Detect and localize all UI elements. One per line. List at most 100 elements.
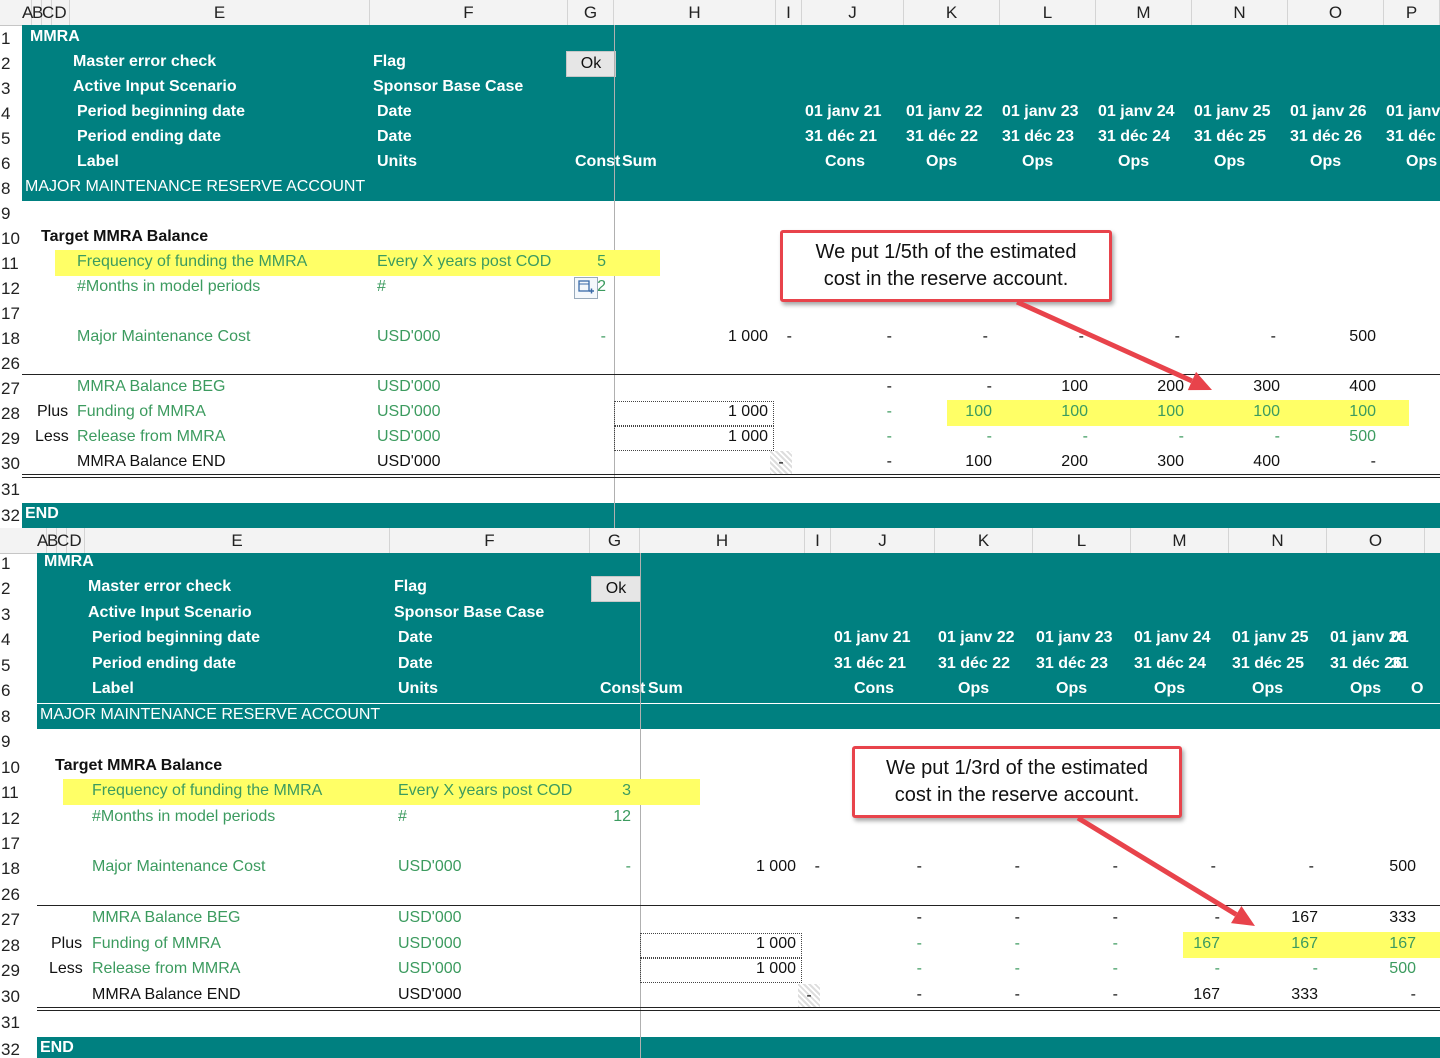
end-sum-cell[interactable]: -	[770, 451, 792, 475]
column-header-G[interactable]: G	[590, 528, 640, 553]
callout-line-1: We put 1/3rd of the estimated	[885, 757, 1148, 779]
date-label-end: Date	[398, 655, 433, 672]
months-unit: #	[398, 808, 407, 825]
column-header-N[interactable]: N	[1229, 528, 1327, 553]
row-number[interactable]: 12	[0, 808, 36, 830]
column-header-H[interactable]: H	[640, 528, 805, 553]
column-header-F[interactable]: F	[370, 0, 568, 25]
release-unit: USD'000	[398, 960, 462, 977]
paste-options-icon[interactable]	[574, 277, 598, 299]
column-header-D[interactable]: D	[67, 528, 85, 553]
column-header-J[interactable]: J	[831, 528, 935, 553]
column-header-C[interactable]: C	[57, 528, 69, 553]
column-header-E[interactable]: E	[70, 0, 370, 25]
row-number[interactable]: 28	[0, 935, 36, 957]
column-header-L[interactable]: L	[1000, 0, 1096, 25]
row-number[interactable]: 18	[0, 328, 36, 350]
row-number[interactable]: 32	[0, 1039, 36, 1058]
row-number[interactable]: 27	[0, 909, 36, 931]
end-balance-unit: USD'000	[398, 986, 462, 1003]
column-header-A[interactable]: A	[22, 0, 33, 25]
end-balance-label: MMRA Balance END	[77, 453, 226, 470]
row-number[interactable]: 1	[0, 553, 36, 575]
months-label: #Months in model periods	[77, 278, 261, 295]
column-header-K[interactable]: K	[935, 528, 1033, 553]
period-begin-date: 01 janv	[1386, 103, 1440, 120]
column-header-M[interactable]: M	[1096, 0, 1192, 25]
row-number[interactable]: 17	[0, 833, 36, 855]
row-number[interactable]: 30	[0, 986, 36, 1008]
row-number[interactable]: 12	[0, 278, 36, 300]
row-number[interactable]: 27	[0, 378, 36, 400]
column-header-C[interactable]: C	[42, 0, 54, 25]
row-number[interactable]: 11	[0, 782, 36, 804]
cost-value: 500	[1349, 328, 1376, 345]
ok-button[interactable]: Ok	[566, 51, 616, 77]
row-number[interactable]: 26	[0, 884, 36, 906]
column-header-I[interactable]: I	[805, 528, 831, 553]
row-number[interactable]: 30	[0, 453, 36, 475]
period-phase: Cons	[854, 680, 894, 697]
row-number[interactable]: 10	[0, 228, 36, 250]
column-header-B[interactable]: B	[47, 528, 58, 553]
column-header-I[interactable]: I	[776, 0, 802, 25]
column-header-A[interactable]: A	[37, 528, 48, 553]
release-value: -	[1214, 960, 1220, 977]
period-phase: Ops	[1154, 680, 1186, 697]
row-number[interactable]: 10	[0, 757, 36, 779]
column-header-D[interactable]: D	[52, 0, 70, 25]
funding-unit: USD'000	[377, 403, 441, 420]
row-number[interactable]: 2	[0, 578, 36, 600]
row-number[interactable]: 28	[0, 403, 36, 425]
scenario-value: Sponsor Base Case	[394, 604, 545, 621]
end-value: 200	[1061, 453, 1088, 470]
row-number[interactable]: 29	[0, 960, 36, 982]
column-header-B[interactable]: B	[32, 0, 43, 25]
period-begin-date: 01 janv 21	[834, 629, 911, 646]
column-header-O[interactable]: O	[1327, 528, 1425, 553]
release-value: -	[916, 960, 922, 977]
end-value: 100	[965, 453, 992, 470]
row-number[interactable]: 29	[0, 428, 36, 450]
spreadsheet-panel-top: A B C D E F G H I J K L M N O P 1 2 3 4 5 6 8 9 10 11 12 17 18 26 27 28…	[0, 0, 1440, 528]
column-header-J[interactable]: J	[802, 0, 904, 25]
row-number[interactable]: 11	[0, 253, 36, 275]
column-header-H[interactable]: H	[614, 0, 776, 25]
row-number[interactable]: 9	[0, 203, 36, 225]
period-begin-date: 01 janv 24	[1098, 103, 1175, 120]
row-number[interactable]: 26	[0, 353, 36, 375]
column-header-O[interactable]: O	[1288, 0, 1384, 25]
row-number[interactable]: 5	[0, 655, 36, 677]
master-error-check-label: Master error check	[88, 578, 232, 595]
end-value: -	[1410, 986, 1416, 1003]
frequency-label: Frequency of funding the MMRA	[77, 253, 308, 270]
period-begin-date: 01 janv 25	[1232, 629, 1309, 646]
column-header-M[interactable]: M	[1131, 528, 1229, 553]
cost-value: -	[916, 858, 922, 875]
row-number[interactable]: 4	[0, 629, 36, 651]
column-header-F[interactable]: F	[390, 528, 590, 553]
column-header-K[interactable]: K	[904, 0, 1000, 25]
row-number[interactable]: 3	[0, 604, 36, 626]
row-number[interactable]: 8	[0, 706, 36, 728]
row-number[interactable]: 17	[0, 303, 36, 325]
column-header-G[interactable]: G	[568, 0, 614, 25]
row-number[interactable]: 18	[0, 858, 36, 880]
column-header-P[interactable]: P	[1384, 0, 1440, 25]
row-number[interactable]: 6	[0, 680, 36, 702]
end-sum-cell[interactable]: -	[798, 984, 820, 1008]
ok-button[interactable]: Ok	[591, 576, 641, 602]
beg-value: -	[986, 378, 992, 395]
row-number[interactable]: 9	[0, 731, 36, 753]
column-header-N[interactable]: N	[1192, 0, 1288, 25]
row-number[interactable]: 31	[0, 1012, 36, 1034]
column-header-E[interactable]: E	[85, 528, 390, 553]
end-value: 300	[1157, 453, 1184, 470]
beg-value: 200	[1157, 378, 1184, 395]
cost-value: -	[1308, 858, 1314, 875]
date-label-begin: Date	[377, 103, 412, 120]
release-label: Release from MMRA	[92, 960, 241, 977]
row-number[interactable]: 31	[0, 479, 36, 501]
period-begin-date: 01 janv 22	[906, 103, 983, 120]
column-header-L[interactable]: L	[1033, 528, 1131, 553]
